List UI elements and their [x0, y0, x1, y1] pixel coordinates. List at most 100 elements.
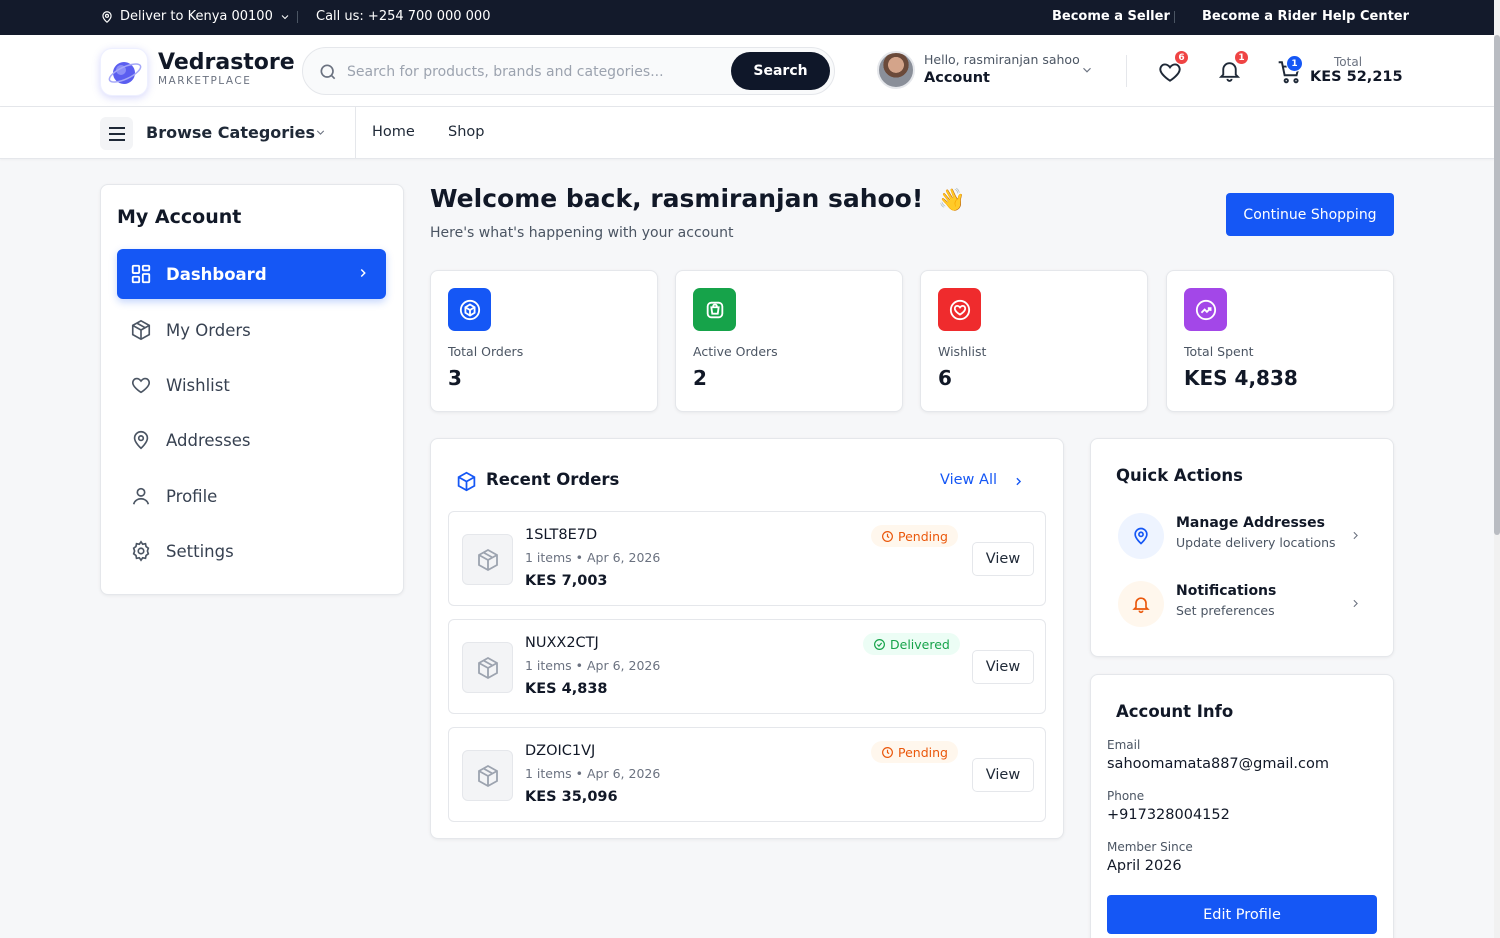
- phone-value: +917328004152: [1107, 807, 1230, 823]
- chevron-down-icon[interactable]: [1080, 63, 1094, 77]
- stat-label: Total Spent: [1184, 344, 1254, 359]
- sidebar-item-addresses[interactable]: Addresses: [117, 415, 386, 465]
- order-thumbnail: [462, 642, 513, 693]
- stat-card-active-orders: Active Orders 2: [675, 270, 903, 412]
- view-order-button[interactable]: View: [972, 542, 1034, 576]
- status-badge: Delivered: [863, 633, 960, 655]
- sidebar-item-profile[interactable]: Profile: [117, 471, 386, 521]
- view-all-label: View All: [940, 472, 997, 488]
- view-all-link[interactable]: View All: [940, 472, 1022, 488]
- gear-icon: [132, 540, 150, 562]
- order-amount: KES 7,003: [525, 573, 608, 589]
- package-icon: [131, 319, 151, 341]
- scrollbar-thumb[interactable]: [1494, 35, 1500, 535]
- stat-label: Total Orders: [448, 344, 524, 359]
- topbar-divider: [1174, 11, 1175, 23]
- become-seller-link[interactable]: Become a Seller: [1052, 9, 1170, 24]
- topbar-divider: [297, 11, 298, 23]
- quick-action-manage-addresses[interactable]: Manage Addresses Update delivery locatio…: [1116, 511, 1374, 561]
- view-order-button[interactable]: View: [972, 650, 1034, 684]
- chevron-down-icon[interactable]: [314, 126, 327, 139]
- edit-profile-button[interactable]: Edit Profile: [1107, 895, 1377, 934]
- sidebar-title: My Account: [117, 206, 242, 228]
- email-value: sahoomamata887@gmail.com: [1107, 756, 1329, 772]
- user-icon: [132, 487, 150, 505]
- page-title: Welcome back, rasmiranjan sahoo! 👋: [430, 184, 965, 213]
- order-amount: KES 35,096: [525, 789, 618, 805]
- quick-action-notifications[interactable]: Notifications Set preferences: [1116, 579, 1374, 629]
- order-row[interactable]: DZOIC1VJ 1 items • Apr 6, 2026 KES 35,09…: [448, 727, 1046, 822]
- account-greeting[interactable]: Hello, rasmiranjan sahoo: [924, 52, 1080, 67]
- continue-shopping-button[interactable]: Continue Shopping: [1226, 193, 1394, 236]
- member-since-value: April 2026: [1107, 858, 1182, 874]
- sidebar-item-label: My Orders: [166, 320, 251, 340]
- header-divider: [1126, 55, 1127, 87]
- order-thumbnail: [462, 534, 513, 585]
- status-badge: Pending: [871, 525, 958, 547]
- stat-icon-box: [448, 288, 491, 331]
- welcome-text: Welcome back, rasmiranjan sahoo!: [430, 184, 924, 213]
- category-nav: Browse Categories Home Shop: [0, 107, 1494, 159]
- sidebar-item-dashboard[interactable]: Dashboard: [117, 249, 386, 299]
- logo[interactable]: [100, 48, 148, 96]
- deliver-location[interactable]: Deliver to Kenya 00100: [100, 9, 291, 24]
- view-order-button[interactable]: View: [972, 758, 1034, 792]
- menu-button[interactable]: [100, 117, 133, 150]
- order-thumbnail: [462, 750, 513, 801]
- order-id: DZOIC1VJ: [525, 743, 596, 759]
- sidebar-item-orders[interactable]: My Orders: [117, 305, 386, 355]
- sidebar-item-label: Dashboard: [166, 264, 267, 284]
- status-text: Pending: [898, 528, 948, 544]
- stat-label: Active Orders: [693, 344, 778, 359]
- status-badge: Pending: [871, 741, 958, 763]
- heart-icon: [949, 299, 970, 320]
- sidebar-item-label: Settings: [166, 541, 234, 561]
- order-row[interactable]: NUXX2CTJ 1 items • Apr 6, 2026 KES 4,838…: [448, 619, 1046, 714]
- stat-value: 3: [448, 366, 462, 390]
- browse-categories[interactable]: Browse Categories: [146, 123, 315, 142]
- waving-hand-icon: 👋: [937, 188, 966, 213]
- stat-card-total-spent: Total Spent KES 4,838: [1166, 270, 1394, 412]
- chevron-right-icon: [1353, 531, 1358, 540]
- quick-action-icon-box: [1118, 581, 1164, 627]
- hamburger-icon: [108, 126, 125, 141]
- search-button[interactable]: Search: [731, 52, 830, 90]
- map-pin-icon: [1134, 527, 1148, 545]
- order-row[interactable]: 1SLT8E7D 1 items • Apr 6, 2026 KES 7,003…: [448, 511, 1046, 606]
- package-icon: [477, 764, 498, 787]
- stat-icon-box: [1184, 288, 1227, 331]
- quick-action-subtitle: Update delivery locations: [1176, 535, 1336, 550]
- cart-count-badge: 1: [1286, 55, 1303, 72]
- sidebar-item-wishlist[interactable]: Wishlist: [117, 360, 386, 410]
- stat-value: 6: [938, 366, 952, 390]
- chevron-right-icon: [1016, 477, 1022, 486]
- order-amount: KES 4,838: [525, 681, 608, 697]
- clock-icon: [882, 746, 893, 758]
- nav-shop[interactable]: Shop: [448, 124, 484, 140]
- member-since-label: Member Since: [1107, 840, 1193, 854]
- package-icon: [477, 548, 498, 571]
- map-pin-icon: [133, 430, 149, 450]
- sidebar-item-settings[interactable]: Settings: [117, 526, 386, 576]
- grid-icon: [131, 264, 151, 284]
- search-input[interactable]: [347, 60, 727, 84]
- stat-card-wishlist: Wishlist 6: [920, 270, 1148, 412]
- check-circle-icon: [874, 638, 885, 650]
- become-rider-link[interactable]: Become a Rider: [1202, 9, 1317, 24]
- phone-label: Phone: [1107, 789, 1145, 803]
- brand-subtitle: MARKETPLACE: [158, 75, 252, 87]
- recent-orders-title: Recent Orders: [486, 470, 620, 489]
- notification-count-badge: 1: [1234, 50, 1249, 65]
- help-center-link[interactable]: Help Center: [1322, 9, 1409, 24]
- sidebar-item-label: Profile: [166, 486, 218, 506]
- chevron-right-icon: [360, 268, 366, 278]
- chevron-down-icon: [281, 14, 289, 19]
- stat-value: 2: [693, 366, 707, 390]
- stat-value: KES 4,838: [1184, 366, 1298, 390]
- avatar[interactable]: [877, 51, 915, 89]
- deliver-text: Deliver to Kenya 00100: [120, 9, 273, 24]
- map-pin-icon: [102, 10, 112, 23]
- account-label[interactable]: Account: [924, 70, 990, 86]
- nav-home[interactable]: Home: [372, 124, 415, 140]
- cart-total-label: Total: [1334, 55, 1363, 69]
